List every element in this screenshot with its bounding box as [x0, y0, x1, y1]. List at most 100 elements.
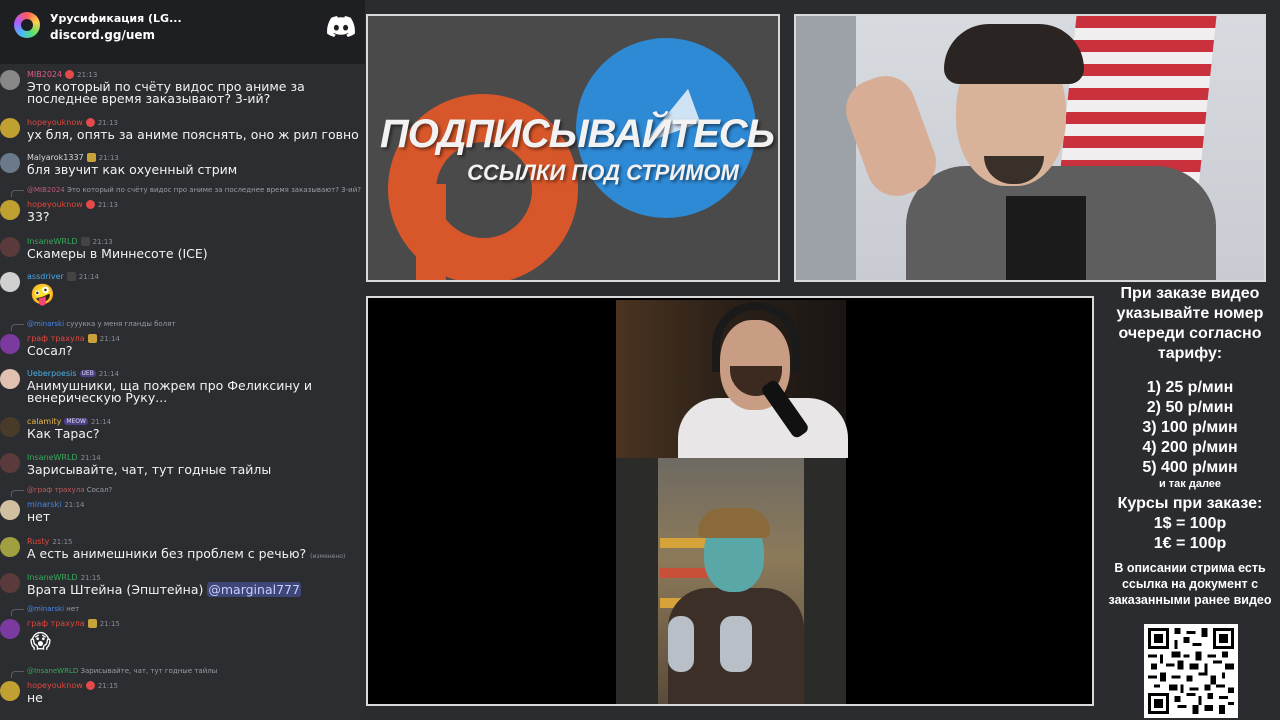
avatar — [0, 153, 20, 173]
course-item: 1€ = 100р — [1153, 535, 1227, 552]
message-author[interactable]: граф трахула — [27, 334, 85, 343]
avatar — [0, 681, 20, 701]
message-text: А есть анимешники без проблем с речью? (… — [27, 547, 362, 563]
streamer-webcam — [794, 14, 1266, 282]
message-text-content: Врата Штейна (Эпштейна) — [27, 582, 208, 597]
discord-icon — [327, 16, 355, 37]
message-author[interactable]: InsaneWRLD — [27, 237, 78, 246]
role-badge-icon — [85, 118, 95, 127]
reply-preview[interactable]: @minarski сууукка у меня гланды болят — [10, 320, 176, 331]
reply-text: сууукка у меня гланды болят — [66, 320, 176, 328]
reply-text: Зарисывайте, чат, тут годные тайлы — [80, 667, 218, 675]
chat-header: Урусификация (LG... discord.gg/uem — [0, 0, 365, 64]
message-text: 33? — [27, 209, 50, 224]
role-badge-icon — [80, 237, 90, 246]
message-time: 21:14 — [90, 417, 112, 426]
message-time: 21:15 — [97, 681, 118, 690]
server-icon — [14, 12, 40, 38]
avatar — [0, 619, 20, 639]
reply-preview[interactable]: @граф трахула Сосал? — [10, 486, 113, 497]
message-time: 21:13 — [77, 70, 98, 79]
avatar — [0, 453, 20, 473]
message-time: 21:13 — [98, 153, 119, 162]
reply-preview[interactable]: @MIB2024 Это который по счёту видос про … — [11, 186, 361, 197]
avatar — [0, 70, 20, 90]
avatar — [0, 118, 20, 138]
message-author[interactable]: calamity — [27, 417, 61, 426]
message-author[interactable]: Malyarok1337 — [27, 153, 84, 162]
courses-title: Курсы при заказе: — [1117, 495, 1263, 512]
message-author[interactable]: hopeyouknow — [27, 200, 83, 209]
reply-author: @граф трахула — [27, 486, 85, 494]
user-mention[interactable]: @marginal777 — [207, 582, 301, 597]
message-time: 21:14 — [99, 334, 120, 343]
message-author[interactable]: assdriver — [27, 272, 64, 281]
message-author[interactable]: hopeyouknow — [27, 118, 83, 127]
role-badge-icon — [66, 272, 76, 281]
message-text: Сосал? — [27, 343, 73, 358]
message-author[interactable]: Ueberpoesis — [27, 369, 77, 378]
avatar — [0, 537, 20, 557]
message-text: бля звучит как охуенный стрим — [27, 162, 238, 177]
video-player[interactable] — [366, 296, 1094, 706]
message-text: Как Тарас? — [27, 426, 100, 441]
message-author[interactable]: MIB2024 — [27, 70, 62, 79]
message-time: 21:13 — [97, 200, 118, 209]
description-note: В описании стрима есть ссылка на докумен… — [1108, 561, 1272, 607]
server-invite-link[interactable]: discord.gg/uem — [50, 28, 155, 42]
message-time: 21:15 — [52, 537, 73, 546]
emoji-message: 🤪 — [30, 282, 55, 306]
avatar — [0, 272, 20, 292]
rate-item: 3) 100 р/мин — [1142, 419, 1238, 436]
role-badge-icon — [87, 619, 97, 628]
rate-item: 1) 25 р/мин — [1146, 379, 1234, 396]
avatar — [0, 369, 20, 389]
message-time: 21:14 — [98, 369, 120, 378]
message-author[interactable]: Rusty — [27, 537, 49, 546]
avatar — [0, 500, 20, 520]
reply-text: Это который по счёту видос про аниме за … — [66, 186, 361, 194]
user-tag: UEB — [79, 370, 96, 377]
reply-author: @MIB2024 — [27, 186, 65, 194]
banner-title: ПОДПИСЫВАЙТЕСЬ — [379, 112, 775, 156]
avatar — [0, 573, 20, 593]
rate-item: 2) 50 р/мин — [1146, 399, 1234, 416]
order-instructions: При заказе видео указывайте номер очеред… — [1116, 285, 1264, 362]
message-author[interactable]: hopeyouknow — [27, 681, 83, 690]
reply-text: нет — [66, 605, 80, 613]
role-badge-icon — [86, 153, 96, 162]
avatar — [0, 417, 20, 437]
reply-preview[interactable]: @minarski нет — [10, 605, 80, 616]
role-badge-icon — [65, 70, 75, 79]
rates-etc: и так далее — [1158, 478, 1222, 490]
message-text: не — [27, 690, 43, 705]
role-badge-icon — [85, 681, 95, 690]
reply-preview[interactable]: @InsaneWRLD Зарисывайте, чат, тут годные… — [10, 667, 218, 678]
message-time: 21:15 — [80, 573, 101, 582]
message-author[interactable]: граф трахула — [27, 619, 85, 628]
message-text: Это который по счёту видос про аниме за … — [27, 79, 305, 106]
message-text: ух бля, опять за аниме пояснять, оно ж р… — [27, 127, 359, 142]
message-text: Врата Штейна (Эпштейна) @marginal777 — [27, 582, 362, 597]
reply-text: Сосал? — [86, 486, 113, 494]
avatar — [0, 237, 20, 257]
message-text: Скамеры в Миннесоте (ICE) — [27, 246, 208, 261]
rate-item: 5) 400 р/мин — [1142, 459, 1238, 476]
message-time: 21:14 — [80, 453, 101, 462]
message-author[interactable]: InsaneWRLD — [27, 453, 78, 462]
emoji-message: 😱 — [30, 629, 51, 653]
message-author[interactable]: InsaneWRLD — [27, 573, 78, 582]
course-item: 1$ = 100р — [1153, 515, 1227, 532]
server-name: Урусификация (LG... — [50, 12, 182, 25]
avatar — [0, 334, 20, 354]
reply-author: @minarski — [27, 320, 65, 328]
reply-author: @minarski — [27, 605, 65, 613]
message-time: 21:13 — [97, 118, 118, 127]
qr-code-icon — [1144, 624, 1238, 718]
banner-subtitle: ССЫЛКИ ПОД СТРИМОМ — [467, 160, 739, 185]
message-author[interactable]: minarski — [27, 500, 61, 509]
reply-author: @InsaneWRLD — [27, 667, 79, 675]
subscribe-banner: ПОДПИСЫВАЙТЕСЬ ССЫЛКИ ПОД СТРИМОМ — [366, 14, 780, 282]
order-info-panel: При заказе видео указывайте номер очеред… — [1100, 284, 1280, 608]
message-time: 21:15 — [99, 619, 120, 628]
